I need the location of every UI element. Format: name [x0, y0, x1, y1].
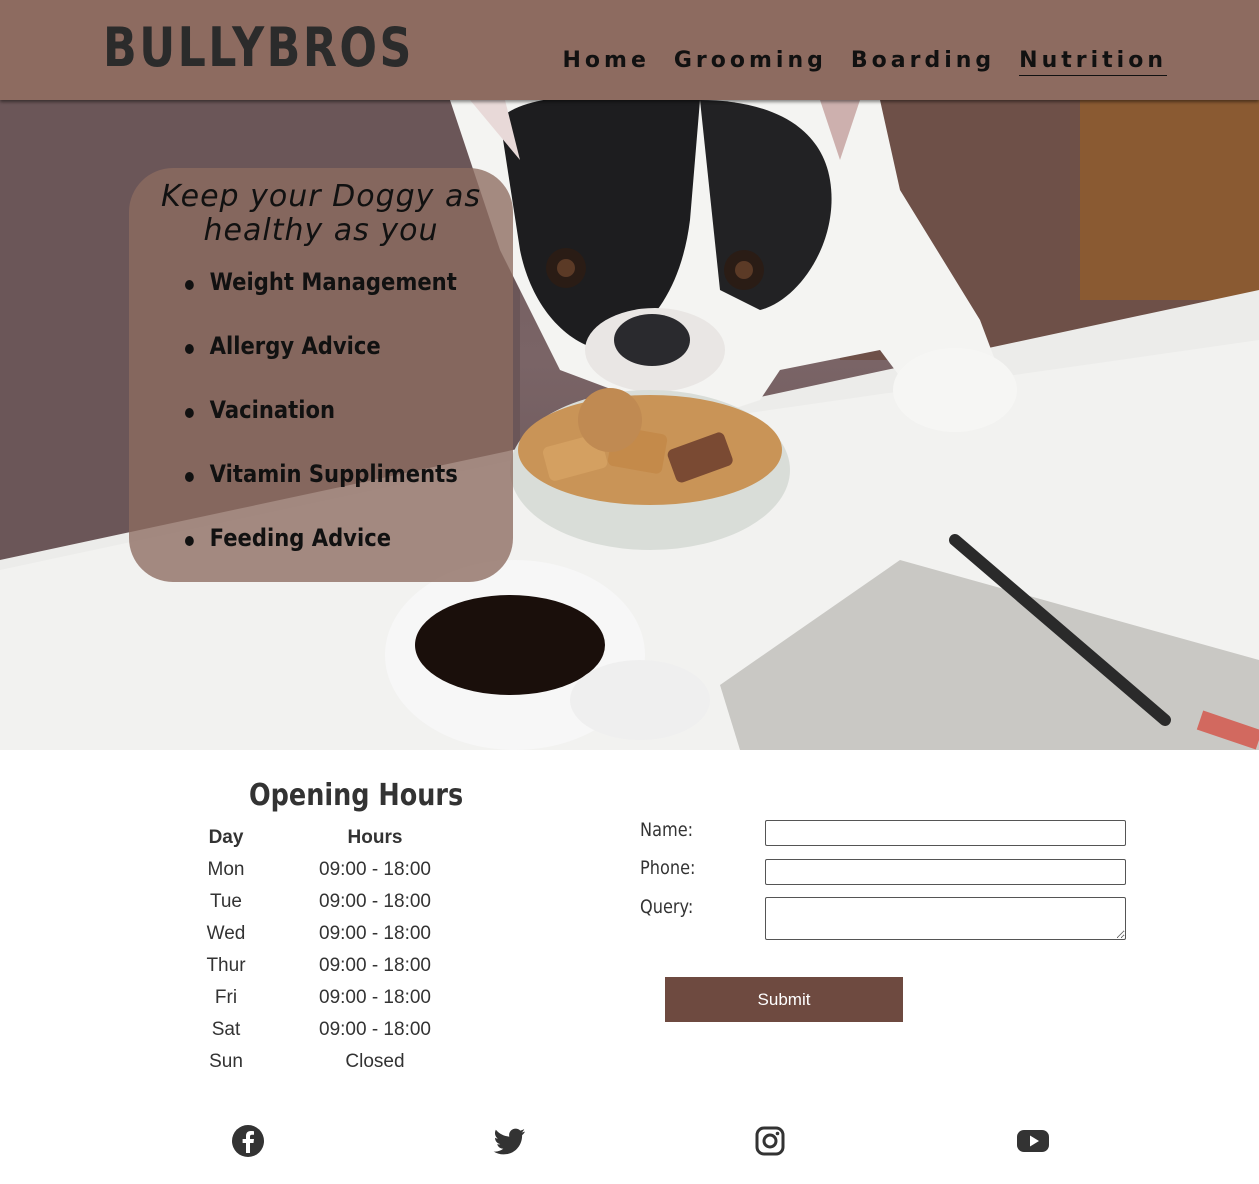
time-cell: 09:00 - 18:00	[319, 987, 431, 1008]
name-label: Name:	[640, 819, 694, 841]
time-cell: 09:00 - 18:00	[319, 859, 431, 880]
time-cell: 09:00 - 18:00	[319, 955, 431, 976]
main-nav: Home Grooming Boarding Nutrition	[563, 48, 1167, 76]
query-field[interactable]	[765, 897, 1126, 940]
opening-hours-title: Opening Hours	[249, 778, 464, 813]
table-row: Sat 09:00 - 18:00	[180, 1014, 478, 1046]
site-header: BULLYBROS Home Grooming Boarding Nutriti…	[0, 0, 1259, 100]
instagram-icon[interactable]	[753, 1124, 787, 1158]
list-item: Weight Management	[185, 268, 458, 332]
hero-image: Keep your Doggy as healthy as you Weight…	[0, 100, 1259, 750]
hours-header: Hours	[347, 827, 403, 848]
day-cell: Thur	[206, 955, 246, 976]
table-header: Day Hours	[180, 822, 478, 854]
submit-button[interactable]: Submit	[665, 977, 903, 1022]
table-row: Fri 09:00 - 18:00	[180, 982, 478, 1014]
time-cell: 09:00 - 18:00	[319, 891, 431, 912]
list-item: Vacination	[185, 396, 458, 460]
phone-label: Phone:	[640, 857, 696, 879]
nutrition-panel: Keep your Doggy as healthy as you Weight…	[129, 168, 513, 582]
day-cell: Fri	[214, 987, 238, 1008]
facebook-icon[interactable]	[231, 1124, 265, 1158]
day-header: Day	[208, 827, 244, 848]
phone-field[interactable]	[765, 859, 1126, 885]
name-field[interactable]	[765, 820, 1126, 846]
day-cell: Wed	[206, 923, 246, 944]
time-cell: 09:00 - 18:00	[319, 923, 431, 944]
nav-boarding[interactable]: Boarding	[851, 48, 995, 76]
time-cell: Closed	[345, 1051, 405, 1072]
table-row: Tue 09:00 - 18:00	[180, 886, 478, 918]
twitter-icon[interactable]	[493, 1124, 527, 1158]
nav-home[interactable]: Home	[563, 48, 650, 76]
panel-title: Keep your Doggy as healthy as you	[161, 179, 481, 248]
table-row: Mon 09:00 - 18:00	[180, 854, 478, 886]
query-label: Query:	[640, 896, 694, 918]
day-cell: Tue	[209, 891, 243, 912]
table-row: Wed 09:00 - 18:00	[180, 918, 478, 950]
list-item: Allergy Advice	[185, 332, 458, 396]
time-cell: 09:00 - 18:00	[319, 1019, 431, 1040]
nav-nutrition[interactable]: Nutrition	[1019, 48, 1167, 76]
table-row: Sun Closed	[180, 1046, 478, 1078]
day-cell: Sun	[209, 1051, 243, 1072]
youtube-icon[interactable]	[1016, 1124, 1050, 1158]
list-item: Vitamin Suppliments	[185, 460, 458, 524]
logo[interactable]: BULLYBROS	[103, 16, 414, 79]
list-item: Feeding Advice	[185, 524, 458, 588]
nutrition-list: Weight Management Allergy Advice Vacinat…	[185, 268, 495, 588]
day-cell: Mon	[207, 859, 245, 880]
day-cell: Sat	[211, 1019, 241, 1040]
nav-grooming[interactable]: Grooming	[674, 48, 827, 76]
table-row: Thur 09:00 - 18:00	[180, 950, 478, 982]
opening-hours-table: Day Hours Mon 09:00 - 18:00 Tue 09:00 - …	[180, 822, 478, 1078]
